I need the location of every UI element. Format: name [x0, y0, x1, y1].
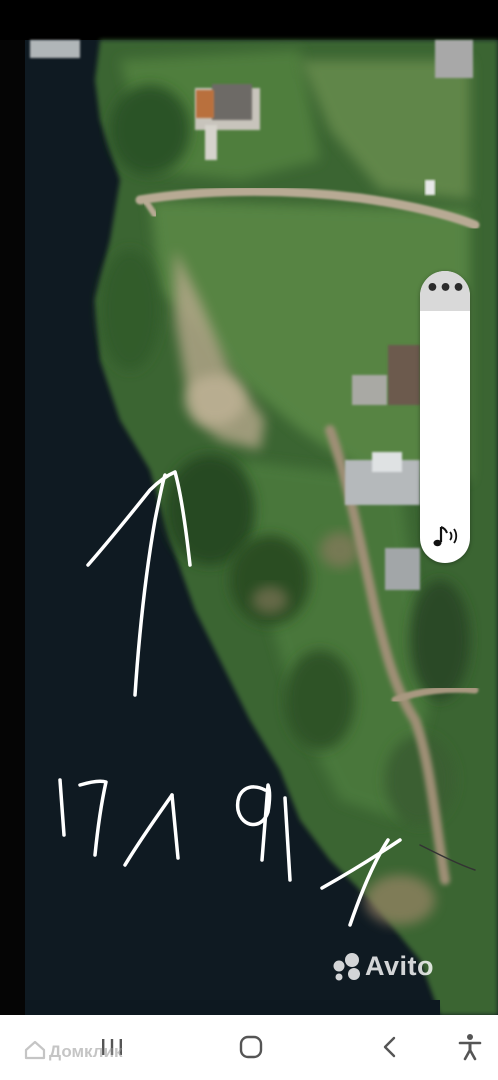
- back-icon: [383, 1036, 396, 1058]
- music-sound-icon[interactable]: [429, 523, 463, 551]
- house-icon: [24, 1040, 46, 1060]
- side-media-panel: •••: [420, 271, 470, 563]
- top-bar-area: [0, 0, 498, 40]
- back-button[interactable]: [370, 1029, 410, 1065]
- bottom-water: [25, 1000, 440, 1015]
- domclick-watermark: Домклик: [24, 1040, 123, 1062]
- left-border: [0, 40, 25, 1015]
- avito-watermark: Avito: [365, 951, 434, 981]
- home-icon: [239, 1035, 263, 1059]
- accessibility-button[interactable]: [450, 1029, 490, 1065]
- domclick-watermark-text: Домклик: [49, 1042, 123, 1061]
- accessibility-icon: [458, 1034, 482, 1061]
- home-button[interactable]: [231, 1029, 271, 1065]
- more-dots-icon[interactable]: •••: [420, 278, 470, 300]
- avito-logo-icon: [333, 953, 360, 981]
- screen: ••• Avito Домклик: [0, 0, 498, 1080]
